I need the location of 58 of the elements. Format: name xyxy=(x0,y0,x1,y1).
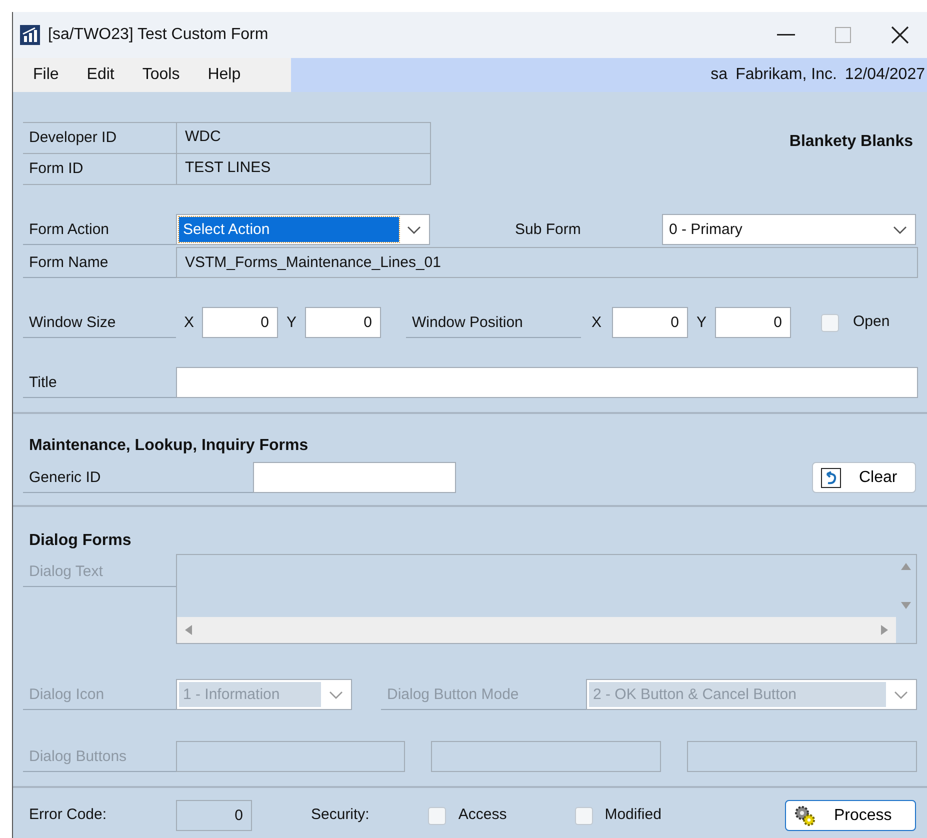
text-field[interactable] xyxy=(253,462,456,493)
text-field[interactable] xyxy=(176,367,918,398)
left-arrow-icon xyxy=(185,625,192,635)
checkbox[interactable] xyxy=(574,806,593,824)
clear-button[interactable]: Clear xyxy=(812,462,916,493)
field-label: Form ID xyxy=(28,159,84,179)
field-value: VSTM_Forms_Maintenance_Lines_01 xyxy=(176,247,918,278)
checkbox[interactable] xyxy=(428,806,446,824)
field-label: Security: xyxy=(311,805,370,826)
menu-item[interactable]: File xyxy=(33,63,73,87)
checkbox-label: Open xyxy=(853,312,890,332)
down-arrow-icon xyxy=(901,602,911,609)
axis-label: Y xyxy=(285,313,298,333)
field-label: Developer ID xyxy=(28,128,118,148)
chevron-down-icon xyxy=(893,226,907,234)
chevron-down-icon xyxy=(329,690,343,698)
number-field[interactable]: 0 xyxy=(612,307,688,338)
user-name: sa xyxy=(710,65,728,85)
checkbox-label: Access xyxy=(458,805,507,826)
section-heading: Dialog Forms xyxy=(28,531,132,551)
undo-icon xyxy=(821,468,841,488)
number-field[interactable]: 0 xyxy=(305,307,381,338)
field-label: Dialog Buttons xyxy=(23,741,176,772)
number-field[interactable]: 0 xyxy=(202,307,278,338)
axis-label: X xyxy=(590,313,602,333)
app-icon xyxy=(20,25,40,45)
user-date: 12/04/2027 xyxy=(844,65,925,85)
field-label: Window Size xyxy=(23,307,176,338)
minimize-icon[interactable] xyxy=(777,34,795,36)
axis-label: Y xyxy=(695,313,708,333)
chevron-down-icon xyxy=(894,690,908,698)
field-value: TEST LINES xyxy=(176,154,430,184)
field-label: Error Code: xyxy=(28,805,108,826)
company-name: Fabrikam, Inc. xyxy=(736,65,837,85)
dropdown[interactable]: Select Action xyxy=(176,214,430,245)
section-heading: Maintenance, Lookup, Inquiry Forms xyxy=(28,436,310,456)
process-button[interactable]: Process xyxy=(785,800,916,831)
field-value: WDC xyxy=(176,123,430,153)
window-title: [sa/TWO23] Test Custom Form xyxy=(48,25,268,45)
menu-item[interactable]: Edit xyxy=(86,63,128,87)
close-icon[interactable] xyxy=(891,26,909,44)
menu-item[interactable]: Help xyxy=(208,63,255,87)
chevron-down-icon xyxy=(407,226,421,234)
number-field: 0 xyxy=(176,800,252,831)
axis-label: X xyxy=(182,313,195,333)
up-arrow-icon xyxy=(901,563,911,570)
field-label: Window Position xyxy=(406,307,581,338)
gears-icon xyxy=(794,804,816,826)
field-label: Form Name xyxy=(23,247,176,278)
checkbox[interactable] xyxy=(821,314,839,332)
maximize-icon[interactable] xyxy=(835,27,851,43)
dropdown[interactable]: 0 - Primary xyxy=(662,214,916,245)
right-arrow-icon xyxy=(881,625,888,635)
checkbox-label: Modified xyxy=(604,805,662,826)
section-title: Blankety Blanks xyxy=(789,132,914,152)
field-label: Sub Form xyxy=(515,220,582,240)
menu-item[interactable]: Tools xyxy=(142,63,194,87)
number-field[interactable]: 0 xyxy=(715,307,791,338)
